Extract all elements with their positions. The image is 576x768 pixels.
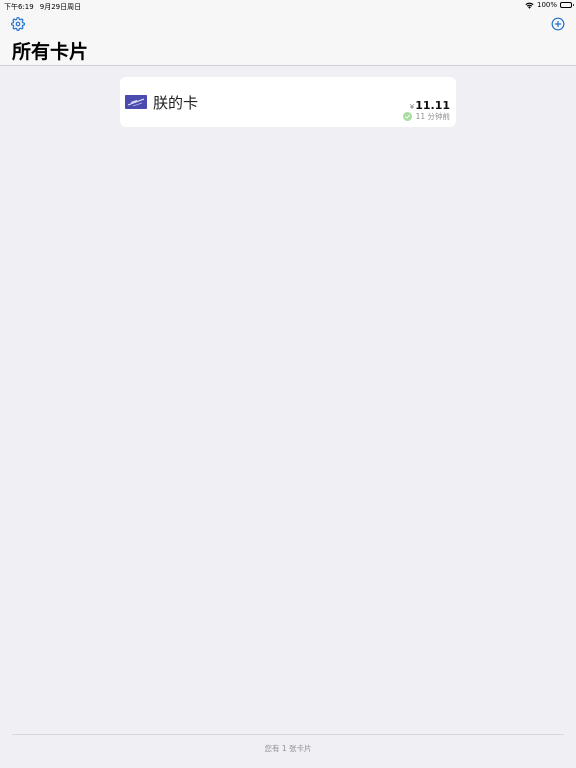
status-bar: 下午6:19 9月29日周日 100% [0,0,576,12]
settings-button[interactable] [11,16,25,31]
status-time: 下午6:19 [4,3,34,11]
battery-percent: 100% [536,1,557,9]
battery-icon [560,2,574,8]
gear-icon [11,17,25,31]
wifi-icon [525,2,534,9]
card-item[interactable]: 朕的卡 ¥11.11 11 分钟前 [120,77,456,127]
status-right: 100% [525,1,574,9]
navigation-bar: 所有卡片 [0,12,576,66]
card-name: 朕的卡 [153,94,199,112]
card-logo-icon [125,95,147,109]
check-circle-icon [402,112,412,121]
card-count: 您有 1 张卡片 [264,744,312,753]
add-card-button[interactable] [551,16,565,31]
currency-symbol: ¥ [409,103,415,111]
page-title: 所有卡片 [12,41,89,63]
sync-status: 11 分钟前 [402,111,450,122]
status-date: 9月29日周日 [39,3,82,11]
plus-circle-icon [551,17,565,31]
status-left: 下午6:19 9月29日周日 [4,2,81,12]
sync-time: 11 分钟前 [415,112,450,121]
footer-divider [12,734,564,735]
